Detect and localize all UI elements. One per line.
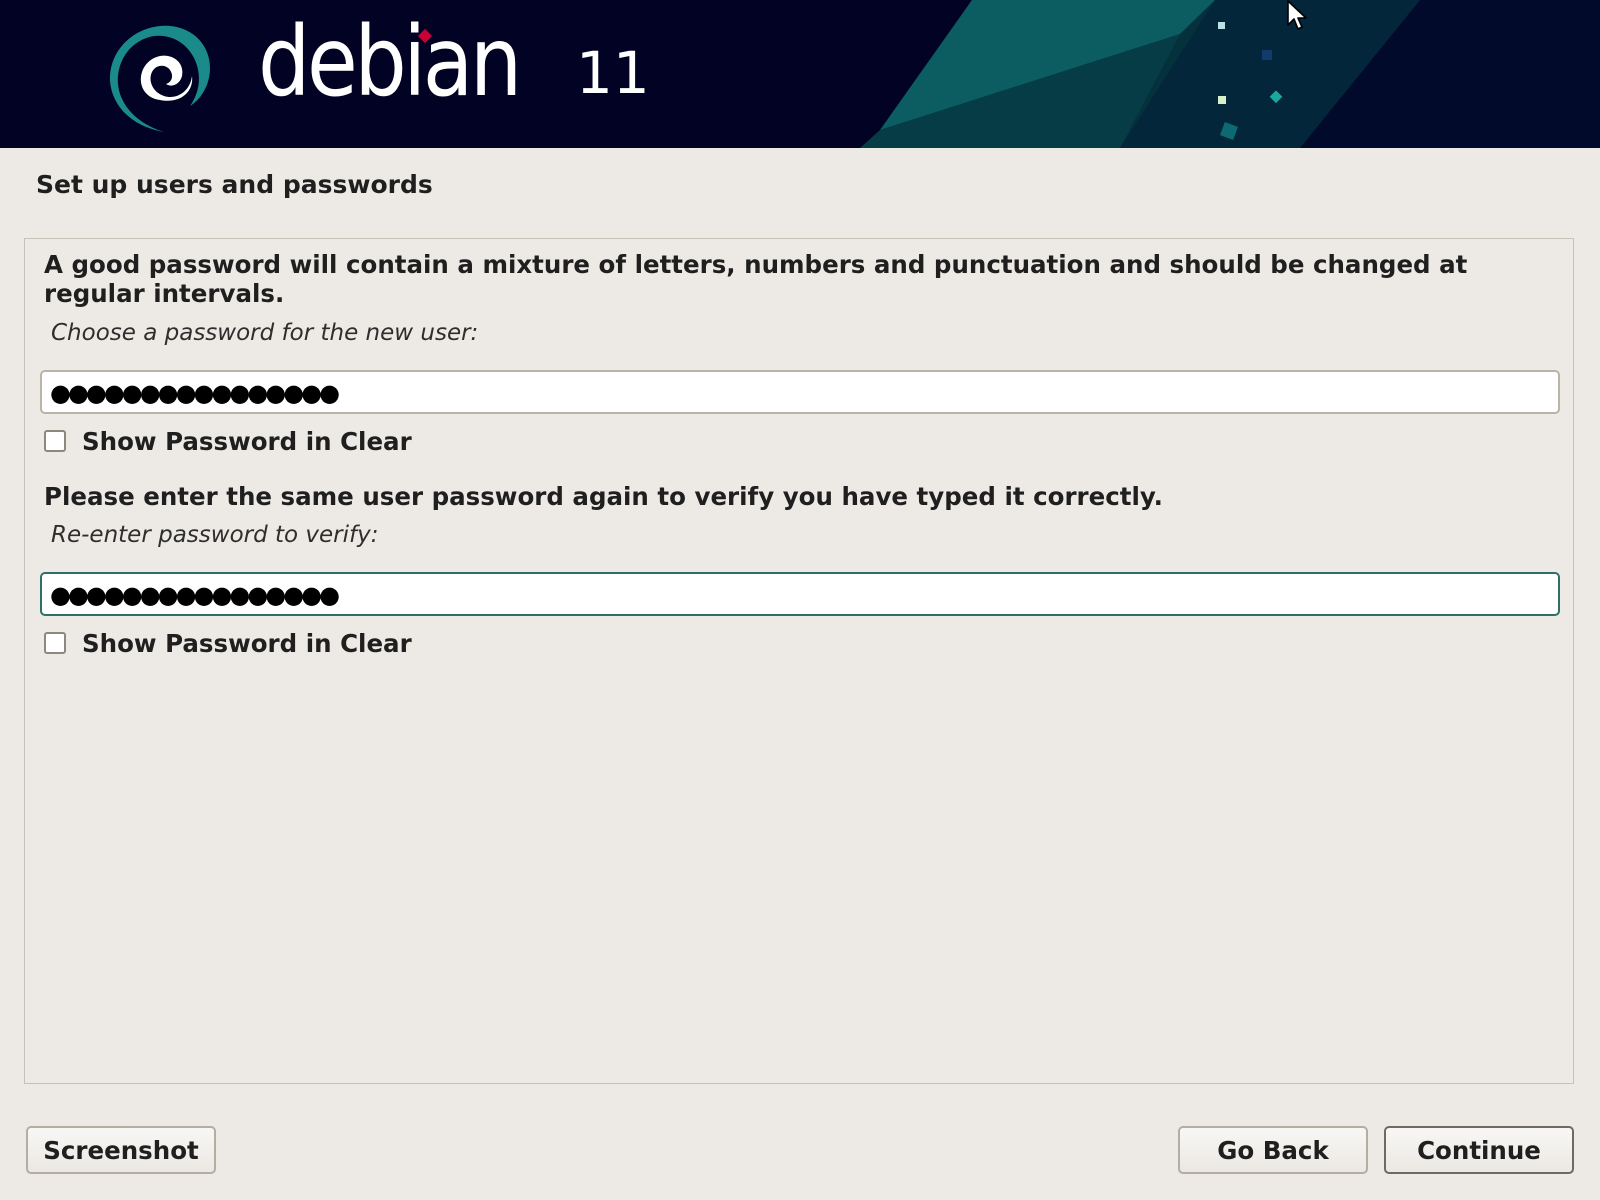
screenshot-button[interactable]: Screenshot — [26, 1126, 216, 1174]
go-back-button[interactable]: Go Back — [1178, 1126, 1368, 1174]
debian-version: 11 — [576, 39, 650, 107]
show-password-label: Show Password in Clear — [82, 426, 412, 456]
password-field[interactable]: ●●●●●●●●●●●●●●●● — [40, 370, 1560, 414]
banner-background-art — [860, 0, 1600, 148]
verify-password-field[interactable]: ●●●●●●●●●●●●●●●● — [40, 572, 1560, 616]
show-verify-password-checkbox[interactable] — [44, 632, 66, 654]
password-masked-value: ●●●●●●●●●●●●●●●● — [50, 379, 340, 407]
show-password-checkbox[interactable] — [44, 430, 66, 452]
debian-swirl-icon — [109, 25, 210, 133]
verify-prompt: Re-enter password to verify: — [51, 522, 379, 548]
content-panel — [24, 238, 1574, 1084]
debian-wordmark: debian — [258, 6, 522, 118]
show-verify-password-toggle[interactable]: Show Password in Clear — [44, 628, 412, 658]
verify-instruction: Please enter the same user password agai… — [44, 482, 1163, 511]
password-prompt: Choose a password for the new user: — [51, 320, 479, 346]
password-instruction: A good password will contain a mixture o… — [44, 250, 1468, 308]
verify-masked-value: ●●●●●●●●●●●●●●●● — [50, 581, 340, 609]
show-password-toggle[interactable]: Show Password in Clear — [44, 426, 412, 456]
page-title: Set up users and passwords — [36, 170, 433, 199]
debian-banner: debian 11 — [0, 0, 1600, 148]
show-verify-password-label: Show Password in Clear — [82, 628, 412, 658]
mouse-pointer-icon — [1287, 0, 1307, 30]
continue-button[interactable]: Continue — [1384, 1126, 1574, 1174]
